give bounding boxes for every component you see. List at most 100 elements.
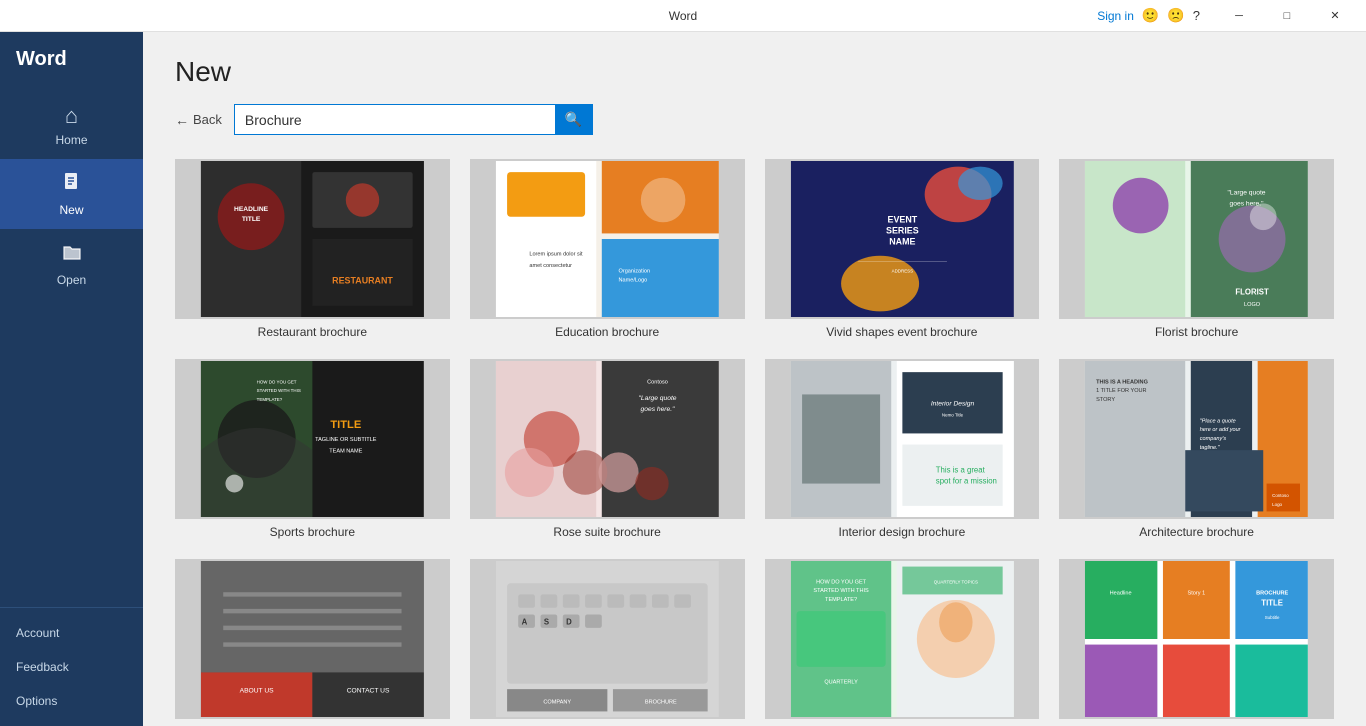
- svg-text:S: S: [544, 618, 549, 627]
- template-label-architecture: Architecture brochure: [1139, 525, 1254, 539]
- back-label: Back: [193, 112, 222, 127]
- svg-text:TITLE: TITLE: [330, 419, 361, 431]
- template-card-vivid[interactable]: EVENT SERIES NAME ADDRESS Vivid shapes e…: [765, 159, 1040, 339]
- svg-text:BROCHURE: BROCHURE: [1256, 590, 1288, 596]
- sidebar-new-label: New: [59, 203, 83, 217]
- svg-text:"Place a quote: "Place a quote: [1200, 418, 1236, 424]
- template-card-rose[interactable]: "Large quote goes here." Contoso Rose su…: [470, 359, 745, 539]
- svg-text:FLORIST: FLORIST: [1236, 288, 1270, 297]
- svg-text:LOGO: LOGO: [1244, 302, 1261, 308]
- svg-text:STORY: STORY: [1096, 397, 1115, 403]
- template-label-florist: Florist brochure: [1155, 325, 1238, 339]
- template-grid-container[interactable]: HEADLINE TITLE RESTAURANT Restaurant bro…: [143, 151, 1366, 726]
- svg-text:TITLE: TITLE: [1262, 599, 1284, 608]
- sidebar-item-feedback[interactable]: Feedback: [0, 650, 143, 684]
- minimize-button[interactable]: ─: [1216, 0, 1262, 32]
- template-thumb-education: Lorem ipsum dolor sit amet consectetur O…: [470, 159, 745, 319]
- template-thumb-architecture: THIS IS A HEADING 1 TITLE FOR YOUR STORY…: [1059, 359, 1334, 519]
- content-header: New ← Back 🔍: [143, 32, 1366, 151]
- template-card-architecture[interactable]: THIS IS A HEADING 1 TITLE FOR YOUR STORY…: [1059, 359, 1334, 539]
- template-thumb-sports: TITLE TAGLINE OR SUBTITLE TEAM NAME HOW …: [175, 359, 450, 519]
- template-thumb-inner-baby: HOW DO YOU GET STARTED WITH THIS TEMPLAT…: [767, 561, 1038, 717]
- template-card-interior[interactable]: Interior Design Nemo Title This is a gre…: [765, 359, 1040, 539]
- sidebar-item-new[interactable]: New: [0, 159, 143, 229]
- svg-text:BROCHURE: BROCHURE: [645, 700, 677, 706]
- maximize-button[interactable]: □: [1264, 0, 1310, 32]
- template-card-florist[interactable]: "Large quote goes here." FLORIST LOGO Fl…: [1059, 159, 1334, 339]
- template-card-education[interactable]: Lorem ipsum dolor sit amet consectetur O…: [470, 159, 745, 339]
- template-label-restaurant: Restaurant brochure: [258, 325, 367, 339]
- content-area: New ← Back 🔍 H: [143, 32, 1366, 726]
- sad-icon[interactable]: 🙁: [1167, 7, 1184, 24]
- template-thumb-inner-florist: "Large quote goes here." FLORIST LOGO: [1061, 161, 1332, 317]
- sidebar-item-options[interactable]: Options: [0, 684, 143, 718]
- sidebar-open-label: Open: [57, 273, 86, 287]
- template-thumb-inner-architecture: THIS IS A HEADING 1 TITLE FOR YOUR STORY…: [1061, 361, 1332, 517]
- close-button[interactable]: ✕: [1312, 0, 1358, 32]
- new-icon: [61, 171, 83, 199]
- svg-text:HOW DO YOU GET: HOW DO YOU GET: [816, 579, 867, 585]
- template-label-interior: Interior design brochure: [839, 525, 966, 539]
- svg-text:NAME: NAME: [889, 237, 915, 247]
- svg-text:Nemo Title: Nemo Title: [941, 413, 963, 418]
- sidebar-nav: ⌂ Home New: [0, 91, 143, 607]
- svg-text:here or add your: here or add your: [1200, 427, 1242, 433]
- template-thumb-inner-education: Lorem ipsum dolor sit amet consectetur O…: [472, 161, 743, 317]
- svg-text:Lorem ipsum dolor sit: Lorem ipsum dolor sit: [529, 252, 583, 258]
- template-card-colorful[interactable]: Headline Story 1 BROCHURE TITLE Subtitle…: [1059, 559, 1334, 726]
- svg-text:amet consectetur: amet consectetur: [529, 263, 572, 269]
- sidebar-item-account[interactable]: Account: [0, 616, 143, 650]
- template-thumb-colorful: Headline Story 1 BROCHURE TITLE Subtitle: [1059, 559, 1334, 719]
- page-title: New: [175, 56, 1334, 88]
- svg-text:This is a great: This is a great: [935, 465, 985, 474]
- svg-text:company's: company's: [1200, 436, 1227, 442]
- title-bar-right: Sign in 🙂 🙁 ? ─ □ ✕: [1097, 0, 1358, 32]
- app-body: Word ⌂ Home New: [0, 32, 1366, 726]
- template-thumb-inner-tools: ABOUT US CONTACT US: [177, 561, 448, 717]
- template-thumb-keyboard: A S D COMPANY BROCHURE: [470, 559, 745, 719]
- sidebar-item-home[interactable]: ⌂ Home: [0, 91, 143, 159]
- svg-text:RESTAURANT: RESTAURANT: [332, 276, 393, 286]
- search-box: 🔍: [234, 104, 593, 135]
- svg-text:TEMPLATE?: TEMPLATE?: [825, 597, 857, 603]
- svg-text:"Large quote: "Large quote: [638, 395, 676, 402]
- title-bar: Word Sign in 🙂 🙁 ? ─ □ ✕: [0, 0, 1366, 32]
- svg-text:COMPANY: COMPANY: [543, 700, 571, 706]
- search-button[interactable]: 🔍: [555, 105, 592, 134]
- sign-in-link[interactable]: Sign in: [1097, 9, 1134, 23]
- template-thumb-inner-colorful: Headline Story 1 BROCHURE TITLE Subtitle: [1061, 561, 1332, 717]
- back-button[interactable]: ← Back: [175, 112, 222, 128]
- svg-text:Story 1: Story 1: [1188, 590, 1206, 596]
- template-thumb-interior: Interior Design Nemo Title This is a gre…: [765, 359, 1040, 519]
- svg-text:Contoso: Contoso: [647, 379, 668, 385]
- svg-text:ABOUT US: ABOUT US: [240, 687, 275, 694]
- svg-text:goes here.": goes here.": [640, 406, 675, 413]
- search-input[interactable]: [235, 107, 555, 133]
- svg-text:Subtitle: Subtitle: [1265, 615, 1280, 620]
- back-arrow-icon: ←: [175, 112, 189, 128]
- template-card-sports[interactable]: TITLE TAGLINE OR SUBTITLE TEAM NAME HOW …: [175, 359, 450, 539]
- search-row: ← Back 🔍: [175, 104, 1334, 135]
- home-icon: ⌂: [65, 103, 78, 129]
- search-icon: 🔍: [565, 111, 582, 128]
- template-card-restaurant[interactable]: HEADLINE TITLE RESTAURANT Restaurant bro…: [175, 159, 450, 339]
- open-icon: [61, 241, 83, 269]
- smiley-icon[interactable]: 🙂: [1142, 7, 1159, 24]
- svg-text:CONTACT US: CONTACT US: [347, 687, 390, 694]
- template-card-baby[interactable]: HOW DO YOU GET STARTED WITH THIS TEMPLAT…: [765, 559, 1040, 726]
- template-grid: HEADLINE TITLE RESTAURANT Restaurant bro…: [175, 159, 1334, 726]
- svg-text:spot for a mission: spot for a mission: [935, 477, 996, 486]
- template-label-rose: Rose suite brochure: [553, 525, 660, 539]
- svg-text:QUARTERLY: QUARTERLY: [824, 680, 858, 686]
- template-card-tools[interactable]: ABOUT US CONTACT US Tools brochure: [175, 559, 450, 726]
- template-card-keyboard[interactable]: A S D COMPANY BROCHURE Keyboard brochure: [470, 559, 745, 726]
- svg-text:Interior Design: Interior Design: [930, 401, 974, 408]
- svg-text:A: A: [521, 618, 527, 627]
- sidebar-item-open[interactable]: Open: [0, 229, 143, 299]
- template-thumb-inner-sports: TITLE TAGLINE OR SUBTITLE TEAM NAME HOW …: [177, 361, 448, 517]
- sidebar: Word ⌂ Home New: [0, 32, 143, 726]
- help-icon[interactable]: ?: [1193, 8, 1200, 23]
- svg-text:STARTED WITH THIS: STARTED WITH THIS: [257, 388, 301, 393]
- template-thumb-inner-vivid: EVENT SERIES NAME ADDRESS: [767, 161, 1038, 317]
- template-thumb-restaurant: HEADLINE TITLE RESTAURANT: [175, 159, 450, 319]
